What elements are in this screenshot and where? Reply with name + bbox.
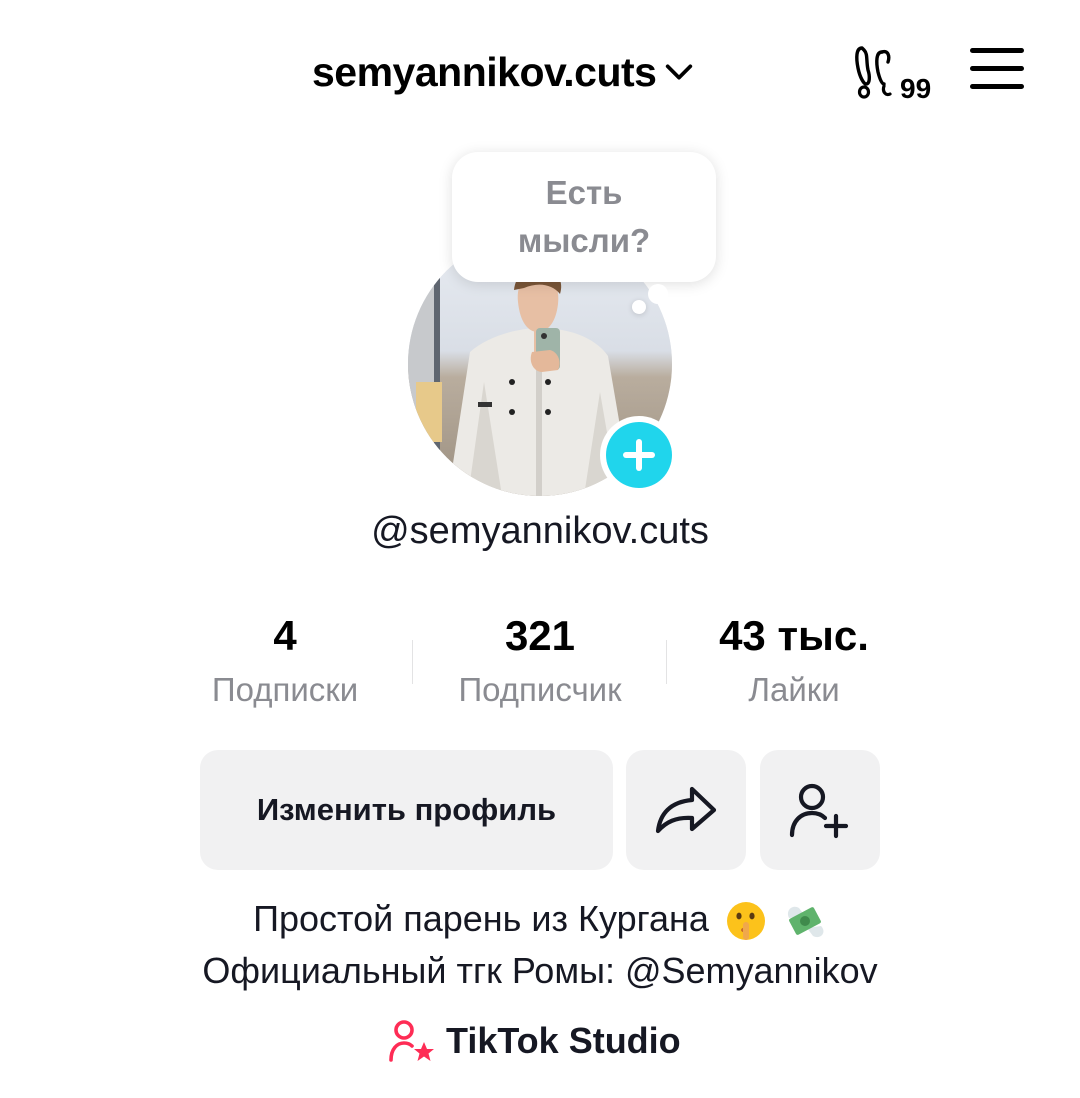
bio-line-1-text: Простой парень из Кургана (253, 898, 709, 939)
plus-icon (606, 422, 672, 488)
hamburger-menu-icon[interactable] (968, 46, 1026, 92)
footprint-bubble-icon[interactable]: 99 (852, 40, 942, 104)
stat-value: 43 тыс. (719, 612, 869, 659)
thought-prompt-text: Есть мысли? (517, 174, 651, 259)
bio-line-1: Простой парень из Кургана (0, 893, 1080, 945)
edit-profile-label: Изменить профиль (256, 792, 557, 827)
profile-stats: 4 Подписки 321 Подписчик 43 тыс. Лайки (0, 610, 1080, 720)
account-switcher[interactable]: semyannikov.cuts (312, 44, 696, 100)
thought-bubble-tail (648, 284, 668, 304)
account-username: semyannikov.cuts (312, 48, 657, 95)
edit-profile-button[interactable]: Изменить профиль (200, 750, 613, 870)
shushing-face-emoji (726, 902, 765, 941)
stat-likes[interactable]: 43 тыс. Лайки (674, 610, 914, 710)
chevron-down-icon (666, 64, 693, 80)
stat-value: 4 (273, 612, 297, 659)
share-profile-button[interactable] (626, 750, 746, 870)
stat-followers[interactable]: 321 Подписчик (420, 610, 660, 710)
profile-handle: @semyannikov.cuts (371, 510, 709, 552)
stat-following[interactable]: 4 Подписки (165, 610, 405, 710)
thought-bubble-prompt[interactable]: Есть мысли? (452, 152, 716, 282)
bio-line-2: Официальный тгк Ромы: @Semyannikov (202, 950, 878, 991)
stat-label: Лайки (748, 671, 840, 708)
profile-bio: Простой парень из Кургана Официальный тг… (0, 893, 1080, 997)
share-arrow-icon (655, 786, 717, 834)
stat-label: Подписчик (458, 671, 622, 708)
creator-star-icon (389, 1020, 434, 1062)
top-bar: semyannikov.cuts 99 (0, 0, 1080, 140)
add-friend-button[interactable] (760, 750, 880, 870)
add-story-button[interactable] (600, 416, 678, 494)
tiktok-studio-label: TikTok Studio (446, 1020, 681, 1061)
tiktok-studio-link[interactable]: TikTok Studio (388, 1014, 681, 1068)
stat-label: Подписки (211, 671, 359, 708)
money-with-wings-emoji (787, 907, 824, 938)
stats-divider (412, 640, 413, 684)
inbox-badge: 99 (900, 73, 931, 102)
thought-bubble-tail-dot (632, 300, 646, 314)
add-user-icon (789, 783, 849, 839)
stats-divider (666, 640, 667, 684)
stat-value: 321 (504, 612, 576, 659)
